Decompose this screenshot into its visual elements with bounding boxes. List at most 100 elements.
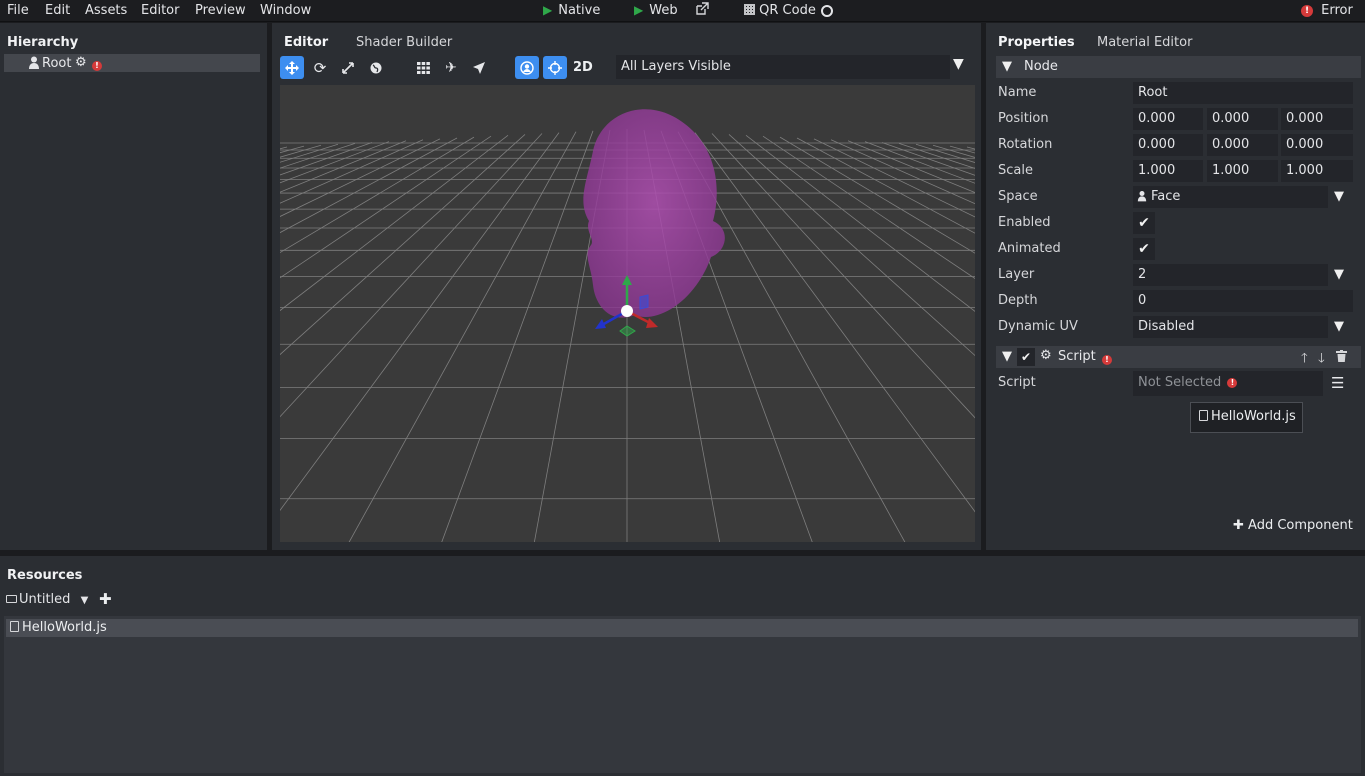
dynamic-uv-label: Dynamic UV	[998, 319, 1078, 334]
script-section-title: Script	[1058, 349, 1096, 364]
external-link-icon[interactable]	[695, 2, 709, 20]
face-head-mesh	[583, 109, 725, 318]
menu-bar: File Edit Assets Editor Preview Window ▶…	[0, 0, 1365, 22]
gizmo-center	[621, 305, 633, 317]
position-z-field[interactable]: 0.000	[1281, 108, 1353, 130]
error-label: Error	[1321, 3, 1353, 18]
hierarchy-root-label: Root	[42, 56, 72, 71]
grid-line	[280, 138, 441, 217]
scale-z-field[interactable]: 1.000	[1281, 160, 1353, 182]
grid-toggle-button[interactable]	[411, 56, 435, 79]
error-indicator[interactable]: ! Error	[1301, 3, 1353, 18]
plus-icon: ✚	[1233, 518, 1244, 533]
move-up-icon[interactable]: 🡑	[1301, 349, 1308, 371]
caret-down-icon: ▼	[80, 595, 89, 606]
native-preview-button[interactable]: ▶ Native	[543, 3, 600, 18]
add-component-button[interactable]: ✚ Add Component	[1233, 518, 1353, 533]
scale-label: Scale	[998, 163, 1033, 178]
grid-line	[847, 140, 975, 194]
expand-icon	[342, 61, 354, 74]
script-suggestion-popup[interactable]: HelloWorld.js	[1190, 402, 1303, 433]
tab-properties[interactable]: Properties	[998, 35, 1075, 50]
qr-code-label: QR Code	[759, 3, 816, 18]
scene-viewport[interactable]	[280, 85, 975, 542]
tab-shader-builder[interactable]: Shader Builder	[356, 35, 452, 50]
grid-line	[813, 138, 975, 218]
scale-x-field[interactable]: 1.000	[1133, 160, 1203, 182]
web-preview-button[interactable]: ▶ Web	[634, 3, 678, 18]
move-tool-button[interactable]	[280, 56, 304, 79]
crosshair-button[interactable]	[543, 56, 567, 79]
folder-select[interactable]: Untitled ▼	[6, 592, 88, 607]
grid-line	[830, 139, 975, 205]
list-item[interactable]	[6, 619, 1358, 637]
navigate-button[interactable]	[467, 56, 491, 79]
collapse-triangle-icon[interactable]: ▼	[1002, 349, 1012, 364]
grid-line	[280, 137, 458, 234]
rotation-y-field[interactable]: 0.000	[1207, 134, 1278, 156]
script-label: Script	[998, 375, 1036, 390]
tab-material-editor[interactable]: Material Editor	[1097, 35, 1192, 50]
tab-editor[interactable]: Editor	[284, 35, 328, 50]
collapse-triangle-icon[interactable]: ▼	[1002, 59, 1012, 74]
space-value: Face	[1151, 189, 1181, 204]
script-select[interactable]: Not Selected !	[1133, 371, 1323, 396]
trash-icon[interactable]	[1336, 350, 1347, 366]
move-down-icon[interactable]: 🡓	[1318, 349, 1325, 371]
menu-bars-icon[interactable]: ☰	[1331, 374, 1344, 392]
grid-line	[711, 133, 975, 419]
menu-editor[interactable]: Editor	[141, 3, 179, 18]
dynamic-uv-select[interactable]: Disabled	[1133, 316, 1328, 338]
rotate-tool-button[interactable]: ⟳	[308, 56, 332, 79]
menu-edit[interactable]: Edit	[45, 3, 70, 18]
space-select[interactable]: Face	[1133, 186, 1328, 208]
layer-label: Layer	[998, 267, 1035, 282]
dropdown-triangle-icon[interactable]: ▼	[953, 56, 964, 72]
folder-open-icon	[6, 595, 17, 603]
grid-line	[280, 140, 407, 193]
layers-visibility-select[interactable]: All Layers Visible	[616, 55, 950, 79]
menu-file[interactable]: File	[7, 3, 29, 18]
hierarchy-title: Hierarchy	[7, 35, 79, 50]
fly-mode-button[interactable]: ✈	[439, 56, 463, 79]
rotation-z-field[interactable]: 0.000	[1281, 134, 1353, 156]
mode-2d-toggle[interactable]: 2D	[573, 60, 593, 75]
gear-icon: ⚙	[1040, 348, 1052, 363]
add-resource-button[interactable]: ✚	[99, 590, 112, 608]
rotation-label: Rotation	[998, 137, 1053, 152]
resource-file-item[interactable]: HelloWorld.js	[10, 620, 107, 635]
grid-line	[280, 143, 339, 163]
scene-grid-svg	[280, 109, 975, 542]
enabled-checkbox[interactable]: ✔	[1133, 212, 1155, 234]
menu-preview[interactable]: Preview	[195, 3, 246, 18]
qr-code-button[interactable]: QR Code	[744, 3, 816, 18]
grid-line	[280, 134, 509, 312]
scale-y-field[interactable]: 1.000	[1207, 160, 1278, 182]
dropdown-triangle-icon[interactable]: ▼	[1334, 319, 1344, 334]
node-section-title: Node	[1024, 59, 1058, 74]
file-code-icon	[10, 621, 19, 632]
dropdown-triangle-icon[interactable]: ▼	[1334, 267, 1344, 282]
layer-select[interactable]: 2	[1133, 264, 1328, 286]
enabled-label: Enabled	[998, 215, 1051, 230]
menu-assets[interactable]: Assets	[85, 3, 127, 18]
person-icon	[28, 56, 40, 73]
world-space-button[interactable]	[364, 56, 388, 79]
name-field[interactable]: Root	[1133, 82, 1353, 104]
script-enabled-checkbox[interactable]: ✔	[1017, 348, 1035, 366]
scale-tool-button[interactable]	[336, 56, 360, 79]
position-x-field[interactable]: 0.000	[1133, 108, 1203, 130]
menu-window[interactable]: Window	[260, 3, 311, 18]
dropdown-triangle-icon[interactable]: ▼	[1334, 189, 1344, 204]
grid-icon	[416, 61, 430, 74]
depth-field[interactable]: 0	[1133, 290, 1353, 312]
grid-line	[745, 134, 975, 312]
face-view-button[interactable]	[515, 56, 539, 79]
script-suggestion-label: HelloWorld.js	[1211, 409, 1296, 424]
position-y-field[interactable]: 0.000	[1207, 108, 1278, 130]
position-label: Position	[998, 111, 1049, 126]
move-icon	[285, 60, 299, 75]
rotation-x-field[interactable]: 0.000	[1133, 134, 1203, 156]
animated-checkbox[interactable]: ✔	[1133, 238, 1155, 260]
connection-status-icon	[821, 5, 833, 17]
